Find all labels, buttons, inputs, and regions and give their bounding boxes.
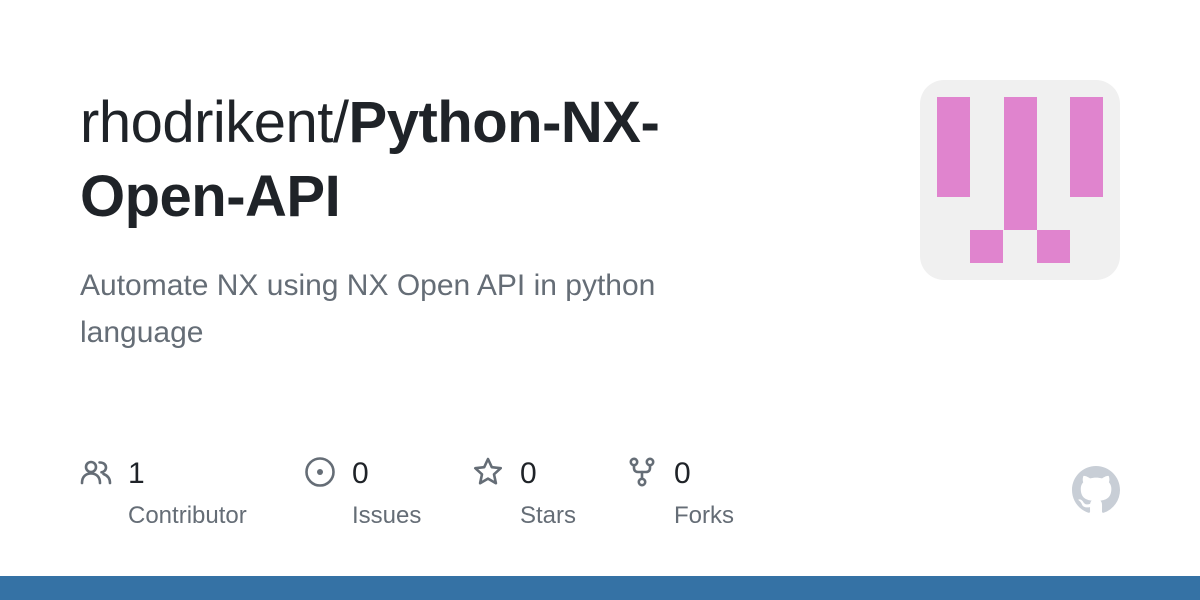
repo-forked-icon bbox=[629, 457, 655, 487]
issues-label: Issues bbox=[352, 502, 422, 529]
contributors-label: Contributor bbox=[128, 502, 247, 529]
language-color-bar bbox=[0, 576, 1200, 600]
repo-owner: rhodrikent/ bbox=[80, 90, 349, 155]
issue-opened-icon bbox=[305, 457, 335, 487]
people-icon bbox=[80, 460, 112, 485]
repo-description: Automate NX using NX Open API in python … bbox=[80, 269, 656, 349]
owner-avatar bbox=[920, 80, 1120, 280]
identicon-image bbox=[937, 97, 1103, 263]
language-bar-segment-python bbox=[0, 576, 1200, 600]
forks-label: Forks bbox=[674, 502, 734, 529]
repo-title: rhodrikent/Python-NX-Open-API bbox=[80, 86, 820, 234]
stars-label: Stars bbox=[520, 502, 577, 529]
stars-count: 0 bbox=[520, 457, 537, 490]
forks-count: 0 bbox=[674, 457, 691, 490]
star-icon bbox=[474, 457, 502, 485]
issues-count: 0 bbox=[352, 457, 369, 490]
contributors-count: 1 bbox=[128, 457, 145, 490]
github-mark-icon[interactable] bbox=[1072, 466, 1120, 514]
